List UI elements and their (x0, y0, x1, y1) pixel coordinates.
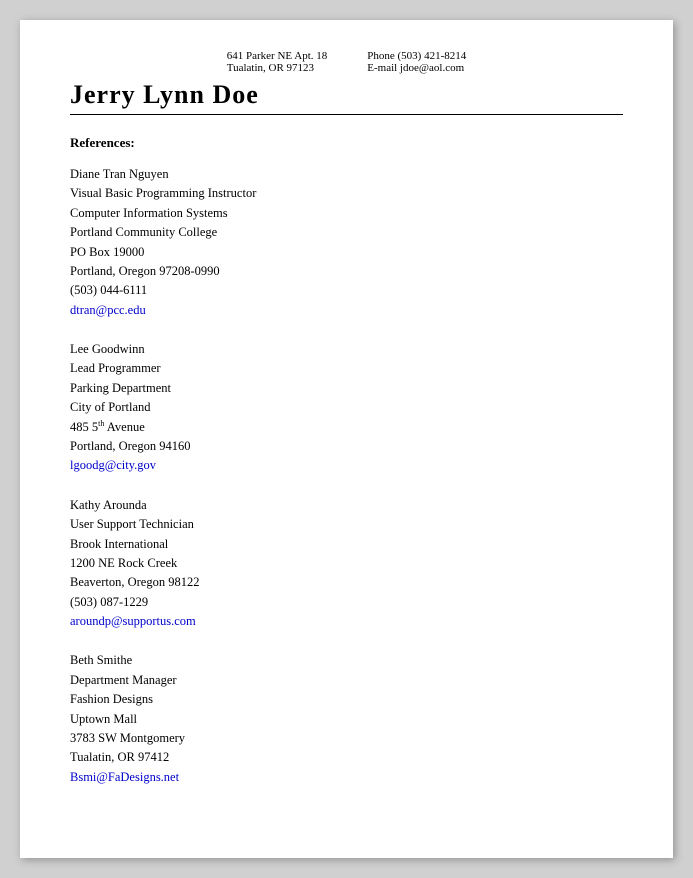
ref1-addr1: PO Box 19000 (70, 243, 623, 262)
ref4-title: Department Manager (70, 671, 623, 690)
ref2-org: City of Portland (70, 398, 623, 417)
ref2-email[interactable]: lgoodg@city.gov (70, 456, 623, 475)
reference-block-3: Kathy Arounda User Support Technician Br… (70, 496, 623, 632)
reference-block-2: Lee Goodwinn Lead Programmer Parking Dep… (70, 340, 623, 476)
ref2-dept: Parking Department (70, 379, 623, 398)
ref3-addr2: Beaverton, Oregon 98122 (70, 573, 623, 592)
ref1-title: Visual Basic Programming Instructor (70, 184, 623, 203)
ref1-phone: (503) 044-6111 (70, 281, 623, 300)
full-name: Jerry Lynn Doe (70, 80, 623, 110)
ref3-title: User Support Technician (70, 515, 623, 534)
header-phone-col: Phone (503) 421-8214 E-mail jdoe@aol.com (367, 50, 466, 74)
ref3-addr1: 1200 NE Rock Creek (70, 554, 623, 573)
ref2-addr1: 485 5th Avenue (70, 418, 623, 438)
ref4-dept: Fashion Designs (70, 690, 623, 709)
ref4-org: Uptown Mall (70, 710, 623, 729)
references-heading: References: (70, 135, 623, 151)
ref1-org: Portland Community College (70, 223, 623, 242)
ref2-title: Lead Programmer (70, 359, 623, 378)
header-address-col: 641 Parker NE Apt. 18 Tualatin, OR 97123 (227, 50, 328, 74)
ref1-name: Diane Tran Nguyen (70, 165, 623, 184)
ref4-addr1: 3783 SW Montgomery (70, 729, 623, 748)
ref3-phone: (503) 087-1229 (70, 593, 623, 612)
ref3-email[interactable]: aroundp@supportus.com (70, 612, 623, 631)
address-line1: 641 Parker NE Apt. 18 (227, 50, 328, 62)
ref3-dept: Brook International (70, 535, 623, 554)
name-section: Jerry Lynn Doe (70, 80, 623, 115)
phone-line1: Phone (503) 421-8214 (367, 50, 466, 62)
ref4-addr2: Tualatin, OR 97412 (70, 748, 623, 767)
reference-block-4: Beth Smithe Department Manager Fashion D… (70, 651, 623, 787)
ref3-name: Kathy Arounda (70, 496, 623, 515)
header-contact: 641 Parker NE Apt. 18 Tualatin, OR 97123… (70, 50, 623, 74)
address-line2: Tualatin, OR 97123 (227, 62, 328, 74)
resume-page: 641 Parker NE Apt. 18 Tualatin, OR 97123… (20, 20, 673, 858)
ref1-addr2: Portland, Oregon 97208-0990 (70, 262, 623, 281)
ref4-name: Beth Smithe (70, 651, 623, 670)
ref2-addr2: Portland, Oregon 94160 (70, 437, 623, 456)
reference-block-1: Diane Tran Nguyen Visual Basic Programmi… (70, 165, 623, 320)
ref2-name: Lee Goodwinn (70, 340, 623, 359)
ref1-dept: Computer Information Systems (70, 204, 623, 223)
ref4-email[interactable]: Bsmi@FaDesigns.net (70, 768, 623, 787)
phone-line2: E-mail jdoe@aol.com (367, 62, 466, 74)
ref1-email[interactable]: dtran@pcc.edu (70, 301, 623, 320)
